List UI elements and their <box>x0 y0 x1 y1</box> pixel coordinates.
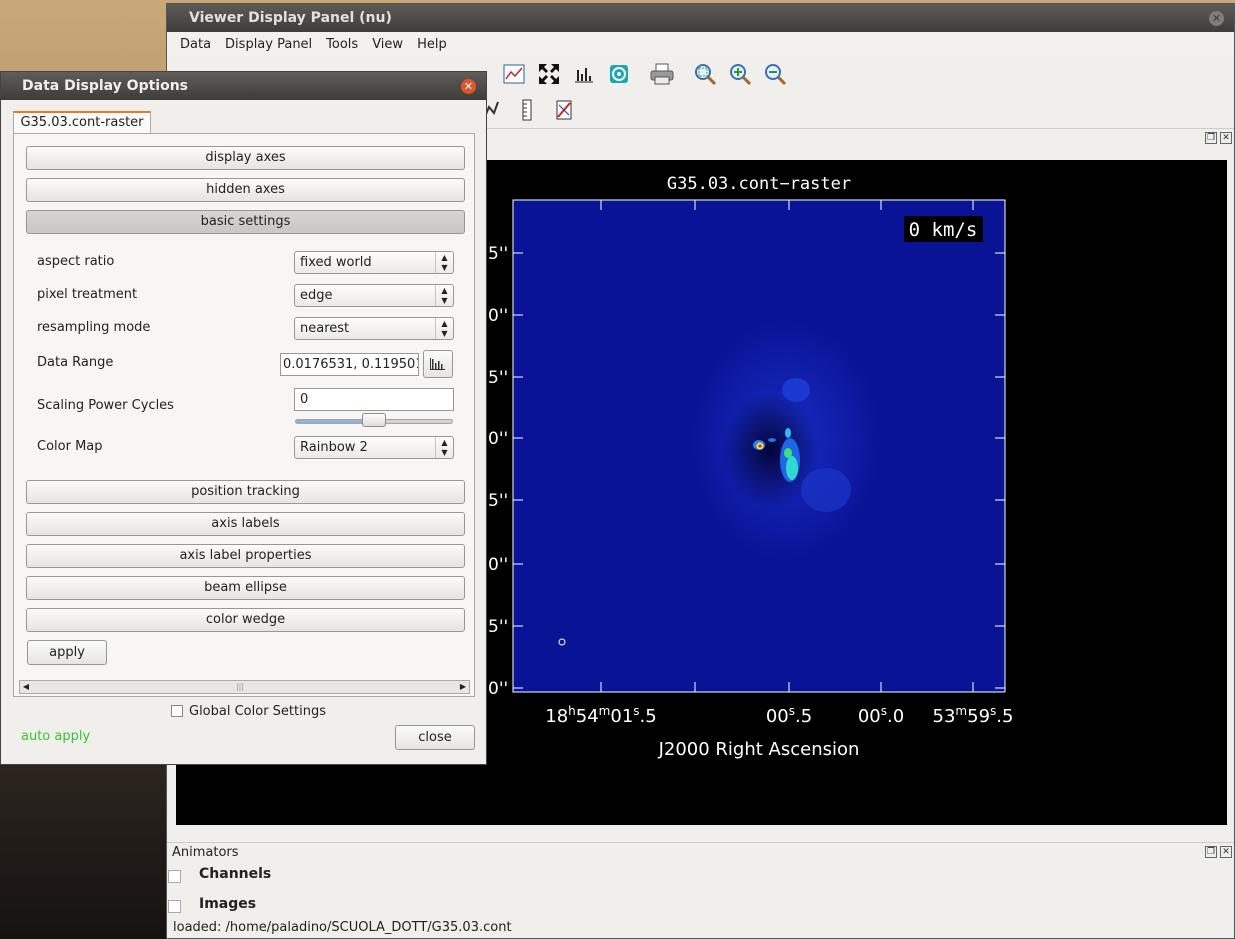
animators-header: Animators ❐ ✕ <box>167 842 1234 862</box>
ruler-tool-icon[interactable] <box>515 98 539 122</box>
global-color-label: Global Color Settings <box>189 704 326 719</box>
x-tick-label: 00s.5 <box>766 704 812 727</box>
zoom-fit-icon[interactable] <box>693 62 717 86</box>
velocity-label: 0 km/s <box>909 219 978 241</box>
images-label: Images <box>199 896 257 912</box>
global-color-settings[interactable]: Global Color Settings <box>171 704 326 719</box>
updown-arrows-icon: ▲ ▼ <box>435 437 453 458</box>
tab-raster[interactable]: G35.03.cont-raster <box>13 111 151 134</box>
aspect-ratio-select[interactable]: fixed world ▲ ▼ <box>294 251 454 274</box>
scaling-power-label: Scaling Power Cycles <box>37 398 174 413</box>
menu-display-panel[interactable]: Display Panel <box>218 37 319 52</box>
x-tick-label: 18h54m01s.5 <box>545 704 656 727</box>
region-target-icon[interactable] <box>607 62 631 86</box>
pixel-treatment-value: edge <box>300 288 333 303</box>
resampling-mode-label: resampling mode <box>37 320 151 335</box>
plot-title: G35.03.cont−raster <box>667 174 851 194</box>
resampling-mode-select[interactable]: nearest ▲ ▼ <box>294 317 454 340</box>
histogram-icon[interactable] <box>572 62 596 86</box>
animator-images-row: Images <box>167 892 1234 922</box>
print-icon[interactable] <box>650 62 674 86</box>
close-button[interactable]: close <box>395 725 475 750</box>
horizontal-scrollbar[interactable]: ◀ ||| ▶ <box>19 680 470 694</box>
aspect-ratio-value: fixed world <box>300 255 372 270</box>
axis-label-properties-button[interactable]: axis label properties <box>26 544 465 568</box>
color-map-select[interactable]: Rainbow 2 ▲ ▼ <box>294 436 454 459</box>
zoom-out-icon[interactable] <box>763 62 787 86</box>
animators-close-icon[interactable]: ✕ <box>1220 846 1232 858</box>
image-raster <box>513 200 1005 692</box>
data-range-label: Data Range <box>37 355 114 370</box>
animator-channels-row: Channels <box>167 862 1234 892</box>
channels-label: Channels <box>199 866 272 882</box>
channels-checkbox[interactable] <box>168 870 181 883</box>
scroll-left-icon[interactable]: ◀ <box>20 681 32 693</box>
updown-arrows-icon: ▲ ▼ <box>435 318 453 339</box>
resampling-mode-value: nearest <box>300 321 350 336</box>
pixel-treatment-select[interactable]: edge ▲ ▼ <box>294 284 454 307</box>
options-close-icon[interactable]: ✕ <box>461 79 476 94</box>
x-axis-label: J2000 Right Ascension <box>658 739 860 760</box>
y-tick-label: 5'' <box>488 617 508 637</box>
menu-view[interactable]: View <box>365 37 410 52</box>
scroll-handle-grip-icon[interactable]: ||| <box>234 681 246 693</box>
menu-tools[interactable]: Tools <box>319 37 365 52</box>
position-tracking-button[interactable]: position tracking <box>26 480 465 504</box>
viewer-title-bar[interactable]: Viewer Display Panel (nu) ✕ <box>167 4 1234 32</box>
updown-arrows-icon: ▲ ▼ <box>435 252 453 273</box>
animators-float-icon[interactable]: ❐ <box>1205 846 1217 858</box>
profile-plot-icon[interactable] <box>502 62 526 86</box>
global-color-checkbox[interactable] <box>171 705 183 717</box>
y-tick-label: 5'' <box>488 244 508 264</box>
x-tick-label: 00s.0 <box>858 704 904 727</box>
updown-arrows-icon: ▲ ▼ <box>435 285 453 306</box>
color-map-value: Rainbow 2 <box>300 440 368 455</box>
axis-labels-button[interactable]: axis labels <box>26 512 465 536</box>
dock-float-icon[interactable]: ❐ <box>1205 132 1217 144</box>
hidden-axes-button[interactable]: hidden axes <box>26 178 465 202</box>
tab-panel: display axes hidden axes basic settings … <box>13 133 475 697</box>
display-axes-button[interactable]: display axes <box>26 146 465 170</box>
y-tick-label: 0'' <box>488 555 508 575</box>
auto-apply-label[interactable]: auto apply <box>21 729 90 744</box>
y-tick-label: 0'' <box>488 306 508 326</box>
viewer-close-icon[interactable]: ✕ <box>1209 11 1224 26</box>
menu-data[interactable]: Data <box>173 37 218 52</box>
status-bar: loaded: /home/paladino/SCUOLA_DOTT/G35.0… <box>173 920 512 935</box>
menu-help[interactable]: Help <box>410 37 454 52</box>
images-checkbox[interactable] <box>168 900 181 913</box>
color-map-label: Color Map <box>37 439 103 454</box>
beam-ellipse-button[interactable]: beam ellipse <box>26 576 465 600</box>
data-display-options-dialog: Data Display Options ✕ G35.03.cont-raste… <box>0 71 487 765</box>
y-tick-label: 0'' <box>488 429 508 449</box>
basic-settings-button[interactable]: basic settings <box>26 210 465 234</box>
options-title-bar[interactable]: Data Display Options ✕ <box>1 72 486 100</box>
animators-panel: Animators ❐ ✕ Channels Images <box>167 842 1234 922</box>
scaling-power-slider-thumb[interactable] <box>362 413 386 427</box>
histogram-icon <box>430 358 445 370</box>
y-tick-label: 5'' <box>488 368 508 388</box>
viewer-title: Viewer Display Panel (nu) <box>189 10 392 26</box>
data-range-input[interactable]: 0.0176531, 0.119501] <box>280 353 419 376</box>
aspect-ratio-label: aspect ratio <box>37 254 115 269</box>
pixel-treatment-label: pixel treatment <box>37 287 138 302</box>
menu-bar: Data Display Panel Tools View Help <box>167 32 1234 56</box>
zoom-in-icon[interactable] <box>728 62 752 86</box>
scroll-right-icon[interactable]: ▶ <box>457 681 469 693</box>
animators-title: Animators <box>172 845 239 860</box>
dock-close-icon[interactable]: ✕ <box>1220 132 1232 144</box>
position-velocity-tool-icon[interactable] <box>552 98 576 122</box>
data-range-histogram-button[interactable] <box>423 350 453 378</box>
y-tick-label: 5'' <box>488 491 508 511</box>
scaling-power-input[interactable]: 0 <box>294 388 454 411</box>
color-wedge-button[interactable]: color wedge <box>26 608 465 632</box>
y-tick-label: 0'' <box>488 679 508 699</box>
options-title: Data Display Options <box>22 78 189 94</box>
apply-button[interactable]: apply <box>27 640 107 665</box>
x-tick-label: 53m59s.5 <box>933 704 1014 727</box>
unzoom-arrows-icon[interactable] <box>537 62 561 86</box>
